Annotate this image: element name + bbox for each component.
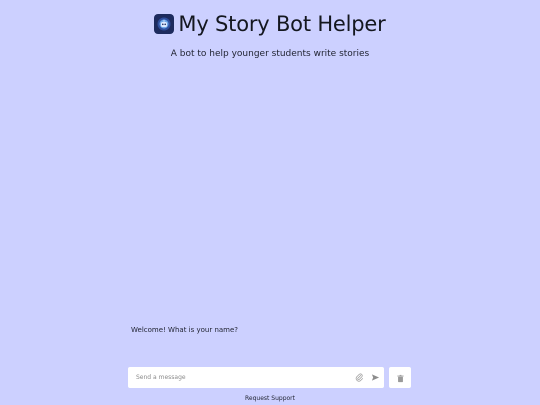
page-title: My Story Bot Helper xyxy=(178,12,386,36)
page-subtitle: A bot to help younger students write sto… xyxy=(170,49,370,59)
trash-icon xyxy=(396,368,405,387)
clear-chat-button[interactable] xyxy=(389,367,411,388)
bot-message: Welcome! What is your name? xyxy=(131,326,239,334)
paperclip-icon[interactable] xyxy=(352,371,366,385)
message-input[interactable] xyxy=(128,367,352,388)
send-icon[interactable] xyxy=(368,371,382,385)
header: My Story Bot Helper xyxy=(0,12,540,36)
chat-page: My Story Bot Helper A bot to help younge… xyxy=(0,0,540,405)
message-composer xyxy=(128,367,384,388)
request-support-link[interactable]: Request Support xyxy=(0,395,540,402)
robot-logo-icon xyxy=(154,14,175,34)
